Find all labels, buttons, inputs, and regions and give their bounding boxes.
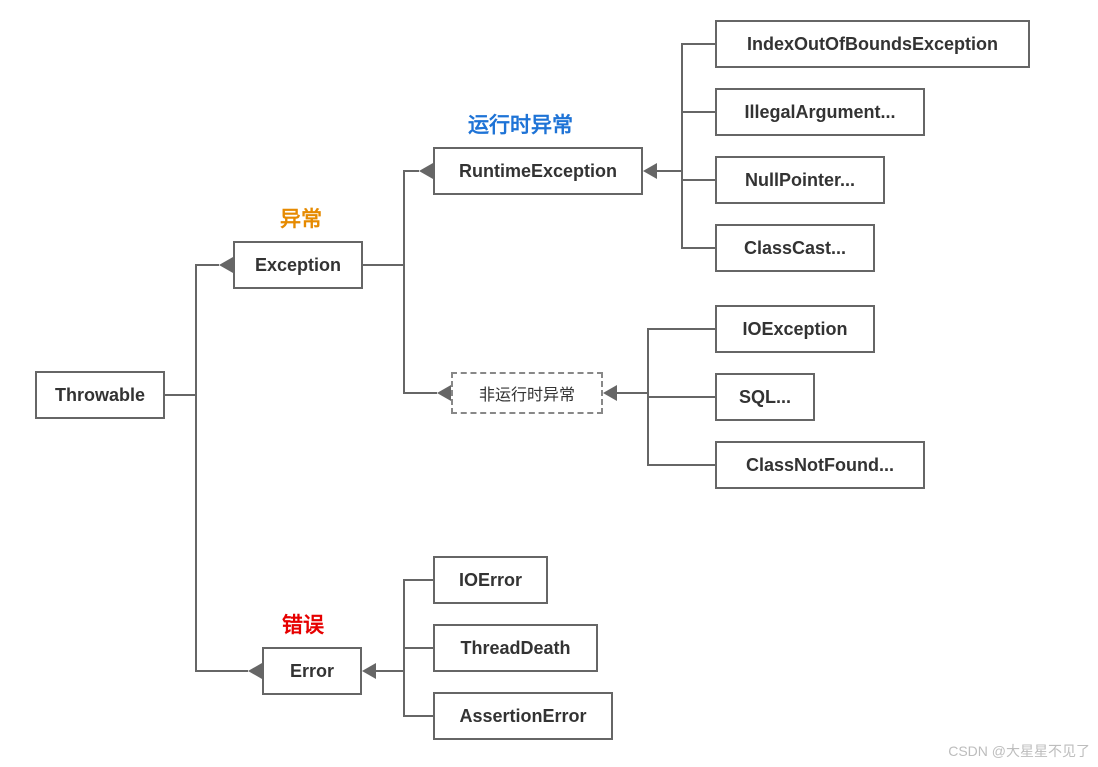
watermark: CSDN @大星星不见了 — [948, 741, 1090, 761]
connector — [617, 392, 647, 394]
node-throwable: Throwable — [35, 371, 165, 419]
diagram-canvas: Throwable Exception Error RuntimeExcepti… — [0, 0, 1098, 767]
connector — [681, 179, 715, 181]
connector — [647, 464, 715, 466]
label-exception-cn: 异常 — [280, 203, 322, 233]
connector — [403, 170, 405, 394]
label-error-cn: 错误 — [282, 609, 324, 639]
node-io-exception: IOException — [715, 305, 875, 353]
connector — [403, 647, 433, 649]
connector — [403, 579, 433, 581]
node-assertion-error: AssertionError — [433, 692, 613, 740]
connector — [165, 394, 195, 396]
connector — [403, 392, 437, 394]
connector — [681, 43, 683, 249]
node-thread-death: ThreadDeath — [433, 624, 598, 672]
node-class-not-found: ClassNotFound... — [715, 441, 925, 489]
connector — [195, 264, 219, 266]
node-non-runtime-exception: 非运行时异常 — [451, 372, 603, 414]
connector — [195, 670, 248, 672]
arrow-icon — [643, 163, 657, 179]
connector — [363, 264, 403, 266]
node-ioobe: IndexOutOfBoundsException — [715, 20, 1030, 68]
connector — [376, 670, 403, 672]
node-null-pointer: NullPointer... — [715, 156, 885, 204]
node-class-cast: ClassCast... — [715, 224, 875, 272]
arrow-icon — [603, 385, 617, 401]
node-runtime-exception: RuntimeException — [433, 147, 643, 195]
connector — [681, 247, 715, 249]
node-illegal-argument: IllegalArgument... — [715, 88, 925, 136]
connector — [195, 264, 197, 672]
arrow-icon — [362, 663, 376, 679]
arrow-icon — [248, 663, 262, 679]
node-sql: SQL... — [715, 373, 815, 421]
arrow-icon — [219, 257, 233, 273]
connector — [647, 328, 715, 330]
arrow-icon — [437, 385, 451, 401]
connector — [403, 170, 419, 172]
connector — [681, 111, 715, 113]
arrow-icon — [419, 163, 433, 179]
connector — [647, 396, 715, 398]
connector — [657, 170, 681, 172]
node-error: Error — [262, 647, 362, 695]
node-exception: Exception — [233, 241, 363, 289]
connector — [403, 715, 433, 717]
node-io-error: IOError — [433, 556, 548, 604]
connector — [681, 43, 715, 45]
label-runtime-cn: 运行时异常 — [468, 109, 573, 139]
